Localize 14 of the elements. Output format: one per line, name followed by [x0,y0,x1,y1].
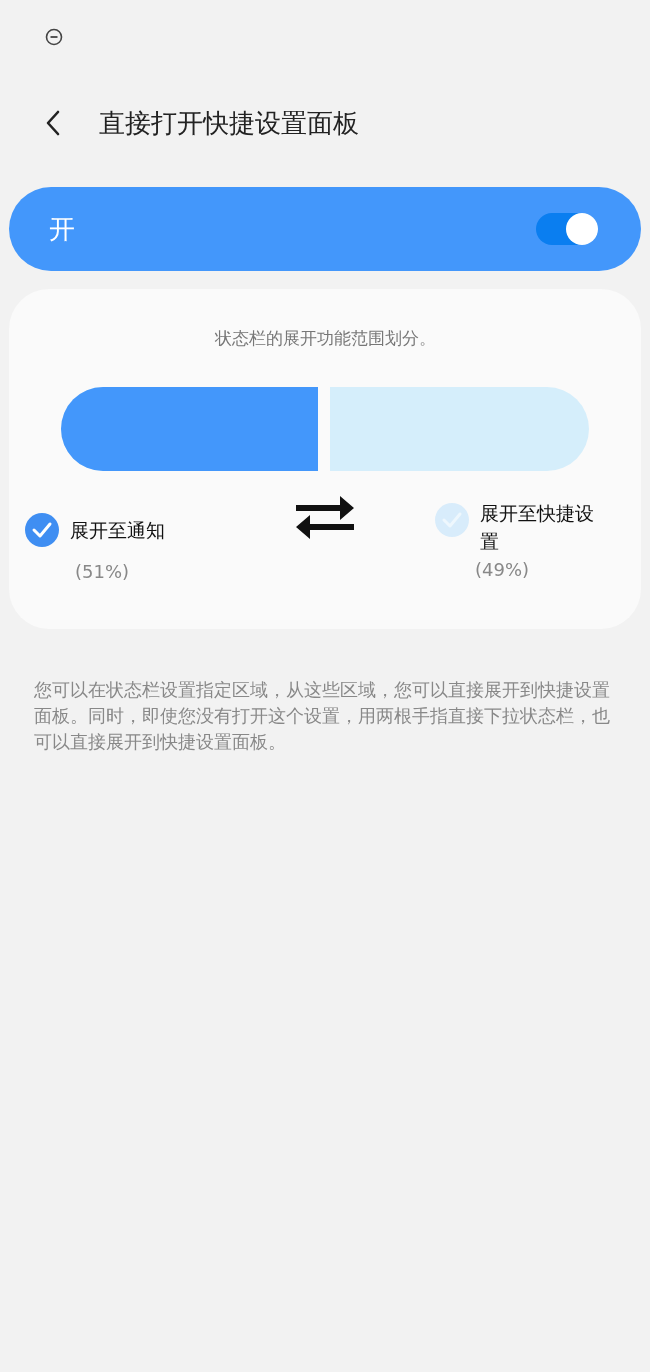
option-label: 展开至快捷设置 [480,501,595,554]
check-icon[interactable] [25,513,59,547]
split-caption: 状态栏的展开功能范围划分。 [214,327,436,350]
master-switch-bar[interactable]: 开 [9,187,641,271]
page-title: 直接打开快捷设置面板 [99,106,359,140]
option-label: 展开至通知 [70,518,165,543]
toggle-switch[interactable] [536,213,598,245]
option-percent: (51%) [75,561,130,582]
switch-label: 开 [49,212,75,246]
description-text: 您可以在状态栏设置指定区域，从这些区域，您可以直接展开到快捷设置面板。同时，即使您没有打开这个设置，用两根手指直接下拉状态栏，也可以直接展开到快捷设置面板。 [34,679,611,754]
check-icon[interactable] [435,503,469,537]
option-percent: (49%) [475,559,531,580]
do-not-disturb-icon [45,28,63,46]
swap-arrows-icon[interactable] [294,495,356,541]
